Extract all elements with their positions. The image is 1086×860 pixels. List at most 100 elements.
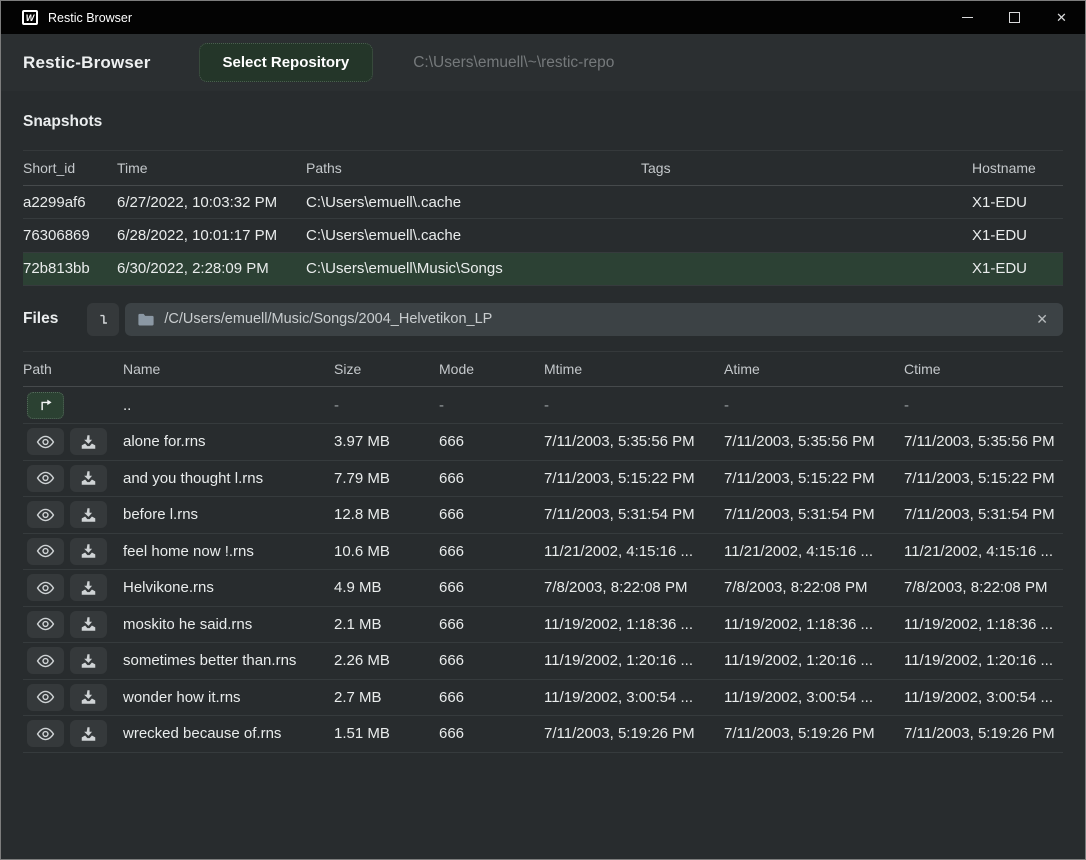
download-icon bbox=[81, 508, 96, 522]
select-repository-button[interactable]: Select Repository bbox=[199, 43, 374, 82]
preview-file-button[interactable] bbox=[27, 611, 64, 638]
close-button[interactable]: ✕ bbox=[1038, 1, 1085, 34]
app-name: Restic-Browser bbox=[23, 53, 151, 73]
preview-file-button[interactable] bbox=[27, 538, 64, 565]
col-atime: Atime bbox=[724, 361, 904, 377]
file-row[interactable]: sometimes better than.rns 2.26 MB 666 11… bbox=[23, 643, 1063, 680]
col-path: Path bbox=[23, 361, 123, 377]
eye-icon bbox=[36, 435, 55, 449]
file-row[interactable]: wrecked because of.rns 1.51 MB 666 7/11/… bbox=[23, 716, 1063, 753]
files-table: Path Name Size Mode Mtime Atime Ctime ..… bbox=[23, 351, 1063, 753]
preview-file-button[interactable] bbox=[27, 720, 64, 747]
snapshot-paths: C:\Users\emuell\Music\Songs bbox=[306, 260, 641, 277]
window-controls: ✕ bbox=[944, 1, 1085, 34]
eye-icon bbox=[36, 617, 55, 631]
files-title: Files bbox=[23, 310, 58, 328]
parent-atime: - bbox=[724, 397, 904, 414]
file-name: moskito he said.rns bbox=[123, 616, 334, 633]
snapshot-paths: C:\Users\emuell\.cache bbox=[306, 227, 641, 244]
file-row[interactable]: feel home now !.rns 10.6 MB 666 11/21/20… bbox=[23, 534, 1063, 571]
file-ctime: 7/11/2003, 5:15:22 PM bbox=[904, 470, 1063, 487]
restore-file-button[interactable] bbox=[70, 611, 107, 638]
up-right-arrow-icon bbox=[38, 399, 54, 411]
restore-file-button[interactable] bbox=[70, 465, 107, 492]
window-title: Restic Browser bbox=[48, 11, 944, 25]
eye-icon bbox=[36, 727, 55, 741]
snapshot-short-id: 76306869 bbox=[23, 227, 117, 244]
file-mode: 666 bbox=[439, 689, 544, 706]
restore-file-button[interactable] bbox=[70, 538, 107, 565]
file-atime: 11/19/2002, 1:18:36 ... bbox=[724, 616, 904, 633]
preview-file-button[interactable] bbox=[27, 465, 64, 492]
restore-file-button[interactable] bbox=[70, 647, 107, 674]
preview-file-button[interactable] bbox=[27, 647, 64, 674]
restore-file-button[interactable] bbox=[70, 501, 107, 528]
preview-file-button[interactable] bbox=[27, 684, 64, 711]
parent-size: - bbox=[334, 397, 439, 414]
snapshot-hostname: X1-EDU bbox=[972, 260, 1063, 277]
clear-icon: ✕ bbox=[1036, 311, 1048, 327]
download-icon bbox=[81, 544, 96, 558]
repository-path: C:\Users\emuell\~\restic-repo bbox=[413, 54, 614, 72]
preview-file-button[interactable] bbox=[27, 501, 64, 528]
download-icon bbox=[81, 471, 96, 485]
file-size: 2.1 MB bbox=[334, 616, 439, 633]
file-row[interactable]: moskito he said.rns 2.1 MB 666 11/19/200… bbox=[23, 607, 1063, 644]
file-size: 3.97 MB bbox=[334, 433, 439, 450]
file-row[interactable]: and you thought l.rns 7.79 MB 666 7/11/2… bbox=[23, 461, 1063, 498]
snapshots-title: Snapshots bbox=[23, 113, 1063, 131]
snapshot-row[interactable]: 72b813bb 6/30/2022, 2:28:09 PM C:\Users\… bbox=[23, 253, 1063, 286]
file-row[interactable]: alone for.rns 3.97 MB 666 7/11/2003, 5:3… bbox=[23, 424, 1063, 461]
eye-icon bbox=[36, 581, 55, 595]
file-mode: 666 bbox=[439, 433, 544, 450]
file-size: 7.79 MB bbox=[334, 470, 439, 487]
minimize-icon bbox=[962, 17, 973, 18]
col-size: Size bbox=[334, 361, 439, 377]
titlebar: W Restic Browser ✕ bbox=[1, 1, 1085, 34]
maximize-button[interactable] bbox=[991, 1, 1038, 34]
file-row[interactable]: Helvikone.rns 4.9 MB 666 7/8/2003, 8:22:… bbox=[23, 570, 1063, 607]
snapshot-paths: C:\Users\emuell\.cache bbox=[306, 194, 641, 211]
file-size: 2.7 MB bbox=[334, 689, 439, 706]
path-level-button[interactable] bbox=[87, 303, 119, 336]
snapshot-row[interactable]: a2299af6 6/27/2022, 10:03:32 PM C:\Users… bbox=[23, 186, 1063, 219]
file-mtime: 7/11/2003, 5:31:54 PM bbox=[544, 506, 724, 523]
repository-toolbar: Restic-Browser Select Repository C:\User… bbox=[1, 34, 1085, 91]
file-mtime: 7/11/2003, 5:19:26 PM bbox=[544, 725, 724, 742]
file-name: Helvikone.rns bbox=[123, 579, 334, 596]
file-size: 10.6 MB bbox=[334, 543, 439, 560]
file-ctime: 7/11/2003, 5:31:54 PM bbox=[904, 506, 1063, 523]
file-size: 1.51 MB bbox=[334, 725, 439, 742]
file-mtime: 11/19/2002, 1:20:16 ... bbox=[544, 652, 724, 669]
file-row[interactable]: before l.rns 12.8 MB 666 7/11/2003, 5:31… bbox=[23, 497, 1063, 534]
snapshot-row[interactable]: 76306869 6/28/2022, 10:01:17 PM C:\Users… bbox=[23, 219, 1063, 252]
snapshot-time: 6/28/2022, 10:01:17 PM bbox=[117, 227, 306, 244]
parent-name: .. bbox=[123, 397, 334, 414]
file-mtime: 11/21/2002, 4:15:16 ... bbox=[544, 543, 724, 560]
file-ctime: 11/19/2002, 3:00:54 ... bbox=[904, 689, 1063, 706]
file-size: 2.26 MB bbox=[334, 652, 439, 669]
snapshot-short-id: a2299af6 bbox=[23, 194, 117, 211]
current-path-value: /C/Users/emuell/Music/Songs/2004_Helveti… bbox=[164, 311, 1034, 327]
eye-icon bbox=[36, 508, 55, 522]
minimize-button[interactable] bbox=[944, 1, 991, 34]
parent-directory-row: .. - - - - - bbox=[23, 387, 1063, 424]
file-name: feel home now !.rns bbox=[123, 543, 334, 560]
col-name: Name bbox=[123, 361, 334, 377]
restore-file-button[interactable] bbox=[70, 574, 107, 601]
file-atime: 11/19/2002, 3:00:54 ... bbox=[724, 689, 904, 706]
current-path-input[interactable]: /C/Users/emuell/Music/Songs/2004_Helveti… bbox=[125, 303, 1063, 336]
restore-file-button[interactable] bbox=[70, 720, 107, 747]
preview-file-button[interactable] bbox=[27, 428, 64, 455]
preview-file-button[interactable] bbox=[27, 574, 64, 601]
file-ctime: 11/19/2002, 1:20:16 ... bbox=[904, 652, 1063, 669]
download-icon bbox=[81, 690, 96, 704]
restore-file-button[interactable] bbox=[70, 684, 107, 711]
restore-file-button[interactable] bbox=[70, 428, 107, 455]
file-row[interactable]: wonder how it.rns 2.7 MB 666 11/19/2002,… bbox=[23, 680, 1063, 717]
parent-directory-button[interactable] bbox=[27, 392, 64, 419]
file-ctime: 11/21/2002, 4:15:16 ... bbox=[904, 543, 1063, 560]
file-ctime: 7/11/2003, 5:35:56 PM bbox=[904, 433, 1063, 450]
clear-path-button[interactable]: ✕ bbox=[1034, 311, 1050, 328]
col-tags: Tags bbox=[641, 160, 972, 176]
